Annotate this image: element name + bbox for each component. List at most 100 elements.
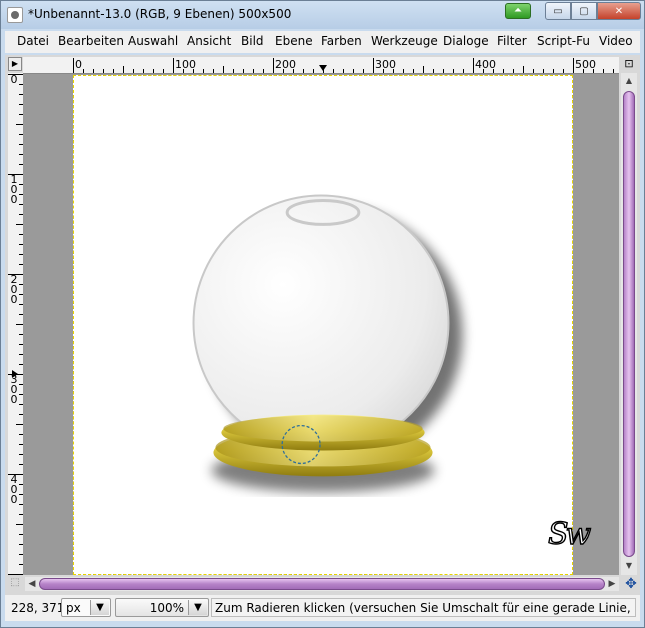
ruler-tick	[493, 69, 494, 73]
menu-ansicht[interactable]: Ansicht	[187, 34, 231, 48]
maximize-button[interactable]: ▢	[571, 2, 597, 20]
menu-filter[interactable]: Filter	[497, 34, 527, 48]
pointer-position-marker-v	[12, 370, 18, 378]
scroll-left-arrow-icon[interactable]: ◀	[26, 578, 38, 590]
ruler-tick	[73, 58, 74, 73]
ruler-tick	[463, 69, 464, 73]
vertical-scroll-thumb[interactable]	[623, 91, 635, 557]
ruler-tick	[16, 524, 23, 525]
menu-datei[interactable]: Datei	[17, 34, 49, 48]
vertical-scrollbar[interactable]: ▲ ▼	[621, 73, 637, 575]
ruler-tick	[523, 66, 524, 73]
scroll-right-arrow-icon[interactable]: ▶	[606, 578, 618, 590]
zoom-select[interactable]: 100% ▼	[115, 598, 209, 617]
ruler-tick	[253, 69, 254, 73]
ruler-tick	[593, 69, 594, 73]
ruler-tick	[443, 69, 444, 73]
ruler-tick	[313, 69, 314, 73]
unit-value: px	[66, 601, 81, 615]
artist-signature: Sw	[547, 516, 592, 552]
ruler-tick	[423, 66, 424, 73]
horizontal-scroll-thumb[interactable]	[39, 578, 605, 590]
ruler-tick	[353, 69, 354, 73]
pointer-coordinates: 228, 371	[11, 601, 65, 615]
vertical-ruler[interactable]: 0 100 200 300 400	[8, 73, 24, 575]
gimp-image-window: *Unbenannt-13.0 (RGB, 9 Ebenen) 500x500 …	[0, 0, 645, 628]
menu-werkzeuge[interactable]: Werkzeuge	[371, 34, 438, 48]
ruler-tick	[413, 69, 414, 73]
unit-select[interactable]: px ▼	[61, 598, 111, 617]
ruler-tick	[563, 69, 564, 73]
ruler-tick	[533, 69, 534, 73]
horizontal-ruler[interactable]: 0 100 200 300 400 500	[23, 57, 619, 74]
quick-mask-icon[interactable]: ⬚	[8, 577, 22, 591]
scroll-down-arrow-icon[interactable]: ▼	[624, 561, 634, 571]
ruler-tick	[543, 69, 544, 73]
image-canvas[interactable]: Sw	[73, 75, 592, 575]
upload-icon[interactable]: ⏶	[505, 3, 531, 19]
ruler-tick	[16, 324, 23, 325]
ruler-tick	[583, 69, 584, 73]
menu-bild[interactable]: Bild	[241, 34, 264, 48]
ruler-tick	[163, 69, 164, 73]
ruler-tick	[333, 69, 334, 73]
image-viewport[interactable]: Sw	[23, 74, 619, 575]
ruler-tick	[503, 69, 504, 73]
ruler-tick	[373, 58, 374, 73]
minimize-button[interactable]: ▭	[545, 2, 571, 20]
menu-farben[interactable]: Farben	[321, 34, 362, 48]
menu-video[interactable]: Video	[599, 34, 633, 48]
ruler-tick	[273, 58, 274, 73]
zoom-image-icon[interactable]: ⊡	[621, 57, 637, 73]
ruler-tick	[513, 69, 514, 73]
window-title: *Unbenannt-13.0 (RGB, 9 Ebenen) 500x500	[28, 7, 292, 21]
ruler-tick	[483, 69, 484, 73]
menu-auswahl[interactable]: Auswahl	[128, 34, 178, 48]
ruler-tick	[613, 69, 614, 73]
ruler-tick	[473, 58, 474, 73]
ruler-tick	[213, 69, 214, 73]
ruler-tick	[93, 69, 94, 73]
gimp-app-icon[interactable]	[7, 7, 23, 23]
ruler-tick	[103, 69, 104, 73]
ruler-tick	[8, 74, 23, 75]
ruler-tick	[293, 69, 294, 73]
ruler-tick	[343, 69, 344, 73]
ruler-tick	[173, 58, 174, 73]
ruler-tick	[183, 69, 184, 73]
ruler-tick	[303, 69, 304, 73]
menu-dialoge[interactable]: Dialoge	[443, 34, 489, 48]
zoom-value: 100%	[149, 601, 184, 615]
ruler-tick	[363, 69, 364, 73]
ruler-tick	[453, 69, 454, 73]
menu-bar: Datei Bearbeiten Auswahl Ansicht Bild Eb…	[5, 31, 640, 53]
pointer-position-marker	[319, 65, 327, 71]
ruler-tick	[203, 69, 204, 73]
chevron-down-icon[interactable]: ▼	[90, 600, 109, 615]
ruler-tick	[133, 69, 134, 73]
menu-arrow-icon[interactable]: ▶	[8, 57, 22, 71]
ruler-tick	[8, 474, 23, 475]
ruler-tick	[223, 66, 224, 73]
ruler-v-label: 0	[10, 73, 18, 86]
ruler-tick	[83, 69, 84, 73]
caption-buttons: ▭ ▢ ✕	[545, 2, 641, 20]
menu-bearbeiten[interactable]: Bearbeiten	[58, 34, 124, 48]
ruler-tick	[383, 69, 384, 73]
status-bar: 228, 371 px ▼ 100% ▼ Zum Radieren klicke…	[5, 595, 640, 621]
ruler-tick	[603, 69, 604, 73]
ruler-tick	[553, 69, 554, 73]
ruler-tick	[573, 58, 574, 73]
ruler-tick	[393, 69, 394, 73]
ruler-tick	[16, 424, 23, 425]
chevron-down-icon[interactable]: ▼	[188, 600, 207, 615]
scroll-up-arrow-icon[interactable]: ▲	[624, 76, 634, 86]
menu-ebene[interactable]: Ebene	[275, 34, 313, 48]
horizontal-scrollbar[interactable]: ◀ ▶	[25, 577, 619, 591]
ruler-tick	[113, 69, 114, 73]
title-bar[interactable]: *Unbenannt-13.0 (RGB, 9 Ebenen) 500x500 …	[1, 1, 644, 29]
close-button[interactable]: ✕	[597, 2, 641, 20]
ruler-tick	[8, 574, 23, 575]
navigate-icon[interactable]: ✥	[623, 576, 639, 592]
menu-script-fu[interactable]: Script-Fu	[537, 34, 590, 48]
